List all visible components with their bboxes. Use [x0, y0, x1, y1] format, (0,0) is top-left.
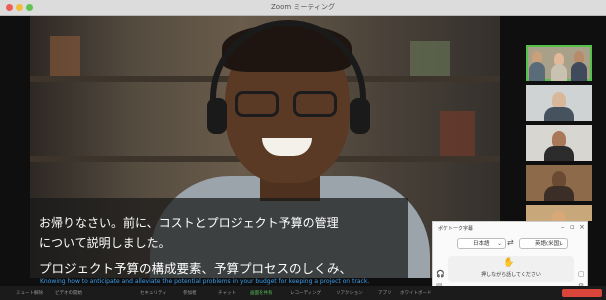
- toolbar-record[interactable]: レコーディング: [290, 290, 321, 296]
- english-translation-line: Knowing how to anticipate and alleviate …: [40, 278, 370, 285]
- toolbar-share-screen[interactable]: 画面を共有: [250, 290, 273, 296]
- subtitle-line-3: プロジェクト予算の構成要素、予算プロセスのしくみ、: [39, 261, 353, 276]
- pocketalk-panel: ポケトーク字幕 – ▫ × 日本語 ⌄ ⇄ 英語(米国) ⌄ ✋ 押しながら話し…: [432, 221, 588, 296]
- push-to-talk-label: 押しながら話してください: [481, 272, 541, 278]
- glasses: [235, 91, 340, 119]
- toolbar-whiteboard[interactable]: ホワイトボード: [400, 290, 432, 296]
- participant-thumbnail-5[interactable]: [526, 205, 592, 221]
- end-meeting-button[interactable]: [562, 289, 602, 297]
- toolbar-security[interactable]: セキュリティ: [140, 290, 167, 296]
- target-language-select[interactable]: 英語(米国) ⌄: [519, 238, 568, 249]
- headphones-icon[interactable]: 🎧: [436, 270, 445, 278]
- participant-thumbnail-1[interactable]: [526, 45, 592, 81]
- swap-languages-icon[interactable]: ⇄: [507, 238, 514, 247]
- subtitle-line-2: について説明しました。: [39, 236, 171, 250]
- window-titlebar: Zoom ミーティング: [0, 0, 606, 16]
- chevron-down-icon: ⌄: [558, 240, 564, 247]
- push-to-talk-button[interactable]: ✋ 押しながら話してください: [448, 256, 574, 282]
- pocketalk-title: ポケトーク字幕: [438, 226, 474, 232]
- close-panel-icon[interactable]: ×: [579, 223, 585, 231]
- subtitle-line-1: お帰りなさい。前に、コストとプロジェクト予算の管理: [39, 216, 339, 230]
- toolbar-unmute[interactable]: ミュート解除: [16, 290, 43, 296]
- target-language-value: 英語(米国): [535, 241, 562, 247]
- participant-thumbnail-4[interactable]: [526, 165, 592, 201]
- hand-icon: ✋: [503, 258, 515, 268]
- toolbar-participants[interactable]: 参加者: [183, 290, 197, 296]
- pin-panel-icon[interactable]: ▫: [570, 223, 575, 231]
- source-language-value: 日本語: [473, 241, 490, 247]
- minimize-panel-icon[interactable]: –: [561, 223, 565, 231]
- subtitle-overlay: お帰りなさい。前に、コストとプロジェクト予算の管理 について説明しました。 プロ…: [30, 198, 408, 278]
- window-title: Zoom ミーティング: [271, 3, 335, 11]
- chevron-down-icon: ⌄: [496, 240, 502, 247]
- toolbar-reactions[interactable]: リアクション: [336, 290, 363, 296]
- expand-panel-icon[interactable]: ▢: [578, 270, 585, 278]
- toolbar-apps[interactable]: アプリ: [378, 290, 392, 296]
- participant-thumbnail-3[interactable]: [526, 125, 592, 161]
- participant-thumbnail-2[interactable]: [526, 85, 592, 121]
- toolbar-chat[interactable]: チャット: [218, 290, 236, 296]
- toolbar-start-video[interactable]: ビデオの開始: [55, 290, 82, 296]
- source-language-select[interactable]: 日本語 ⌄: [457, 238, 506, 249]
- meeting-toolbar: ミュート解除 ビデオの開始 セキュリティ 参加者 チャット 画面を共有 レコーデ…: [0, 286, 606, 300]
